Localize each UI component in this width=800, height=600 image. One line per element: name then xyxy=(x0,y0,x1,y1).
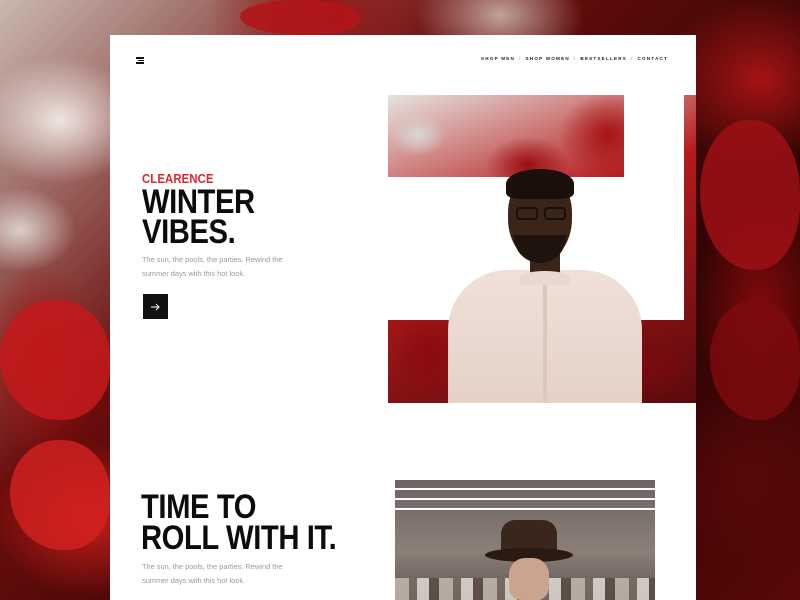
section2-headline-line2: ROLL WITH IT. xyxy=(141,519,337,557)
main-navigation: SHOP MEN / SHOP WOMEN / BESTSELLERS / CO… xyxy=(481,56,668,61)
nav-separator: / xyxy=(573,56,577,61)
hero-headline: WINTER VIBES. xyxy=(142,185,331,249)
section2-description-line1: The sun, the pools, the parties. Rewind … xyxy=(142,562,283,571)
nav-shop-women[interactable]: SHOP WOMEN xyxy=(526,56,570,61)
photo-cutout xyxy=(624,95,684,320)
section2-photo xyxy=(395,478,655,600)
petal-shape xyxy=(0,300,110,420)
glasses-icon xyxy=(513,207,571,221)
brand-logo[interactable] xyxy=(136,57,144,64)
hero-next-button[interactable] xyxy=(143,294,168,319)
nav-shop-men[interactable]: SHOP MEN xyxy=(481,56,515,61)
petal-shape xyxy=(700,120,800,270)
nav-bestsellers[interactable]: BESTSELLERS xyxy=(580,56,627,61)
hero-description-line2: summer days with this hot look. xyxy=(142,269,246,278)
section2-headline: TIME TO ROLL WITH IT. xyxy=(141,490,347,557)
section2-description-line2: summer days with this hot look. xyxy=(142,576,246,585)
website-page: SHOP MEN / SHOP WOMEN / BESTSELLERS / CO… xyxy=(110,35,696,600)
petal-shape xyxy=(240,0,360,35)
hero-description: The sun, the pools, the parties. Rewind … xyxy=(142,253,302,281)
petal-shape xyxy=(710,300,800,420)
arrow-right-icon xyxy=(150,303,160,310)
nav-separator: / xyxy=(631,56,634,61)
hero-headline-line2: VIBES. xyxy=(142,213,236,251)
nav-separator: / xyxy=(519,56,522,61)
hero-description-line1: The sun, the pools, the parties. Rewind … xyxy=(142,255,283,264)
section2-description: The sun, the pools, the parties. Rewind … xyxy=(142,560,302,588)
nav-contact[interactable]: CONTACT xyxy=(637,56,668,61)
petal-shape xyxy=(10,440,110,550)
